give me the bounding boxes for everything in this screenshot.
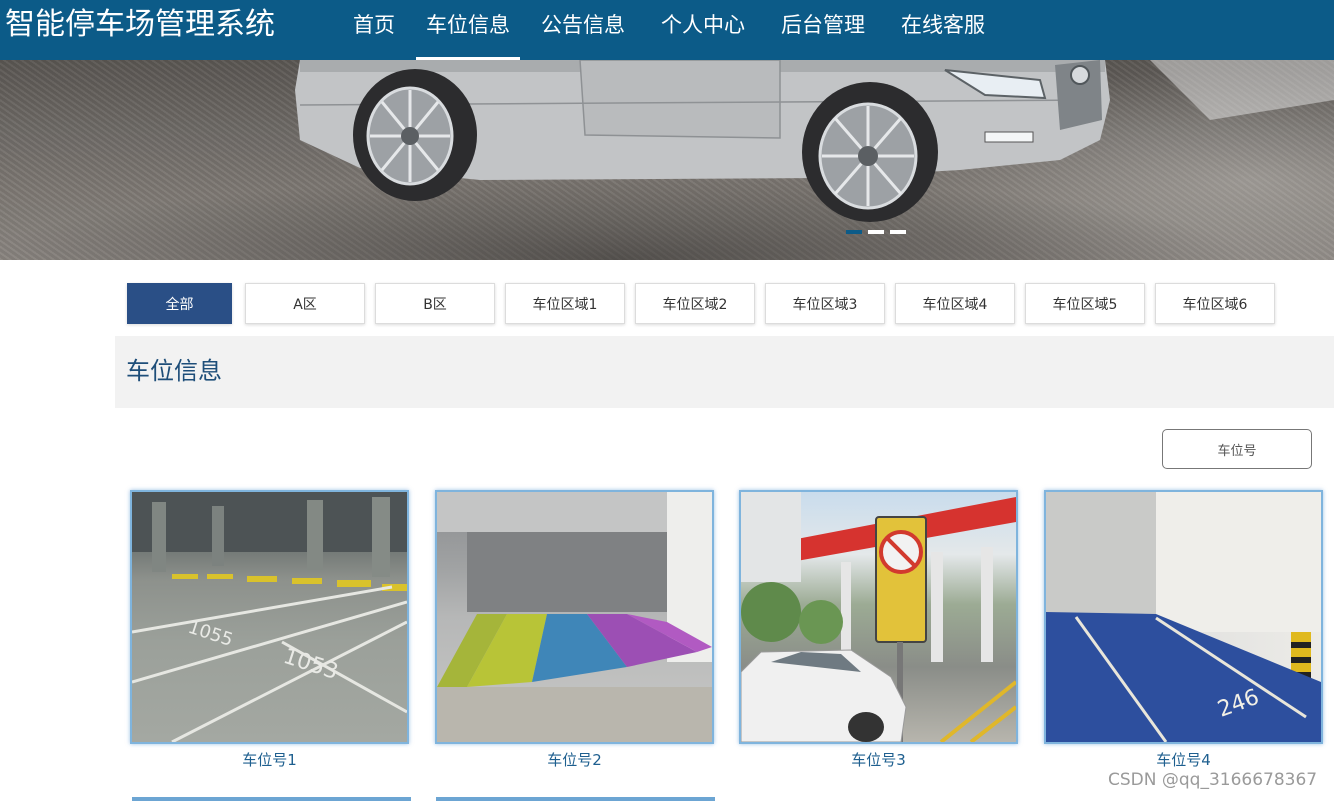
- nav-parking-info[interactable]: 车位信息: [416, 0, 520, 60]
- filter-region-6[interactable]: 车位区域6: [1155, 283, 1275, 324]
- parking-spot-image[interactable]: [435, 490, 714, 744]
- filter-area-a[interactable]: A区: [245, 283, 365, 324]
- top-header: 智能停车场管理系统 首页 车位信息 公告信息 个人中心 后台管理 在线客服: [0, 0, 1334, 60]
- section-header: 车位信息: [115, 336, 1334, 408]
- filter-region-5[interactable]: 车位区域5: [1025, 283, 1145, 324]
- next-row-card-edge: [132, 797, 411, 801]
- nav-admin[interactable]: 后台管理: [766, 0, 880, 60]
- parking-spot-image[interactable]: 1053 1055: [130, 490, 409, 744]
- banner-carousel[interactable]: [0, 60, 1334, 260]
- area-filter-bar: 全部 A区 B区 车位区域1 车位区域2 车位区域3 车位区域4 车位区域5 车…: [127, 283, 1285, 324]
- nav-personal-center[interactable]: 个人中心: [646, 0, 760, 60]
- svg-text:1053: 1053: [280, 644, 341, 685]
- nav-notices[interactable]: 公告信息: [526, 0, 640, 60]
- svg-text:1055: 1055: [185, 617, 235, 651]
- parking-spot-image[interactable]: 246: [1044, 490, 1323, 744]
- nav-home[interactable]: 首页: [338, 0, 410, 60]
- section-title: 车位信息: [126, 357, 222, 385]
- carousel-dot-1[interactable]: [846, 230, 862, 234]
- nav-online-service[interactable]: 在线客服: [886, 0, 1000, 60]
- carousel-dot-2[interactable]: [868, 230, 884, 234]
- carousel-dot-3[interactable]: [890, 230, 906, 234]
- filter-region-3[interactable]: 车位区域3: [765, 283, 885, 324]
- parking-spot-label[interactable]: 车位号1: [130, 748, 409, 772]
- filter-all[interactable]: 全部: [127, 283, 232, 324]
- main-nav: 首页 车位信息 公告信息 个人中心 后台管理 在线客服: [338, 0, 1006, 60]
- car-image: [295, 60, 1334, 222]
- next-row-card-edge: [436, 797, 715, 801]
- carousel-indicators: [846, 230, 906, 234]
- watermark: CSDN @qq_3166678367: [1108, 770, 1318, 790]
- filter-region-1[interactable]: 车位区域1: [505, 283, 625, 324]
- parking-spot-label[interactable]: 车位号2: [435, 748, 714, 772]
- parking-spot-image[interactable]: [739, 490, 1018, 744]
- filter-region-2[interactable]: 车位区域2: [635, 283, 755, 324]
- filter-area-b[interactable]: B区: [375, 283, 495, 324]
- parking-spot-label[interactable]: 车位号4: [1044, 748, 1323, 772]
- filter-region-4[interactable]: 车位区域4: [895, 283, 1015, 324]
- site-title: 智能停车场管理系统: [5, 7, 275, 42]
- spot-number-search-button[interactable]: 车位号: [1162, 429, 1312, 469]
- parking-spot-label[interactable]: 车位号3: [739, 748, 1018, 772]
